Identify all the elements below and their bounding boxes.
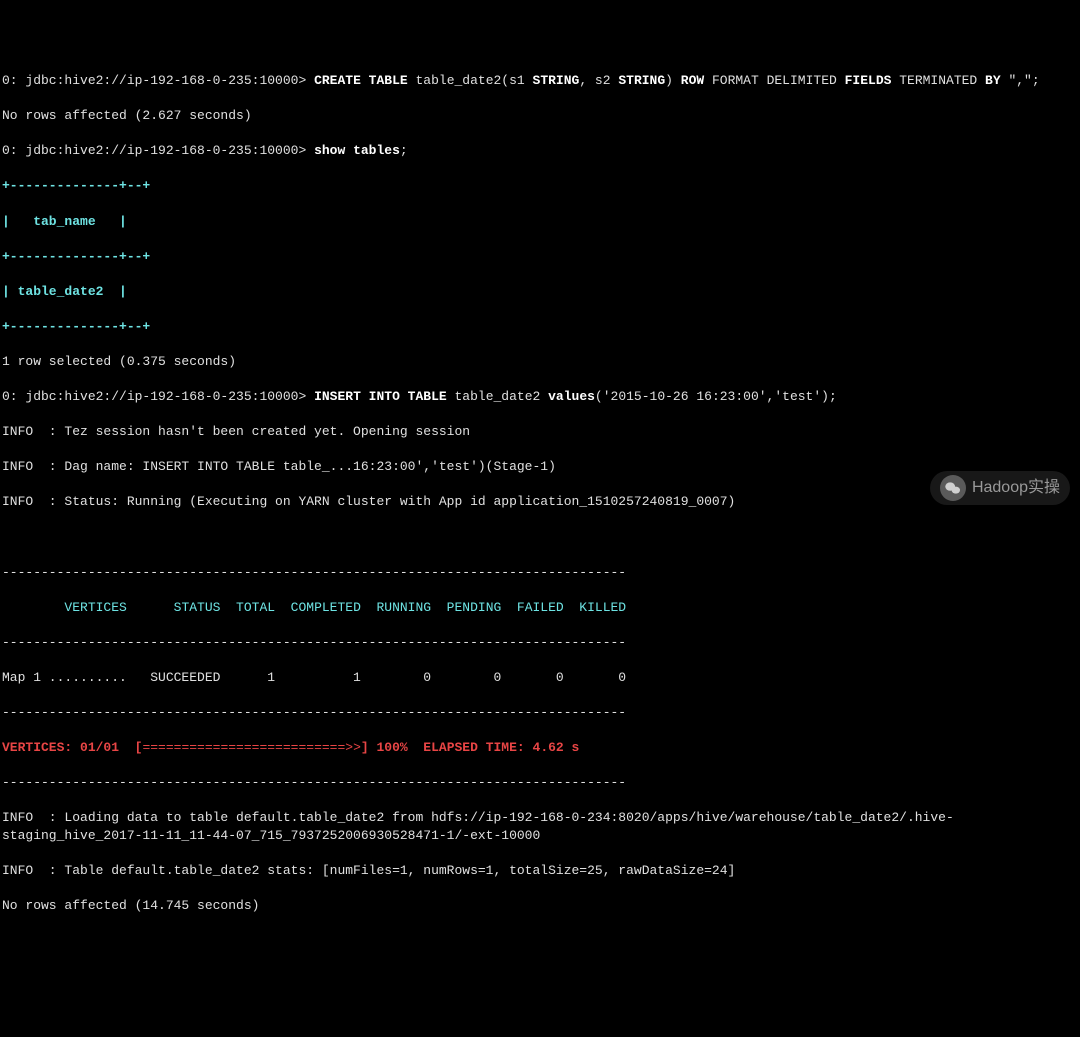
info-1: INFO : Tez session hasn't been created y…: [2, 423, 1078, 441]
prompt-line-2: 0: jdbc:hive2://ip-192-168-0-235:10000> …: [2, 142, 1078, 160]
result-1: No rows affected (2.627 seconds): [2, 107, 1078, 125]
prompt-line-1: 0: jdbc:hive2://ip-192-168-0-235:10000> …: [2, 72, 1078, 90]
table-row: | table_date2 |: [2, 283, 1078, 301]
result-2: 1 row selected (0.375 seconds): [2, 353, 1078, 371]
info-4: INFO : Loading data to table default.tab…: [2, 809, 1078, 844]
table-header: | tab_name |: [2, 213, 1078, 231]
table-border: +--------------+--+: [2, 177, 1078, 195]
prompt-line-3: 0: jdbc:hive2://ip-192-168-0-235:10000> …: [2, 388, 1078, 406]
dash-line: ----------------------------------------…: [2, 564, 1078, 582]
dash-line: ----------------------------------------…: [2, 634, 1078, 652]
result-3: No rows affected (14.745 seconds): [2, 897, 1078, 915]
info-3: INFO : Status: Running (Executing on YAR…: [2, 493, 1078, 511]
dash-line: ----------------------------------------…: [2, 704, 1078, 722]
watermark: Hadoop实操: [930, 471, 1070, 505]
wechat-icon: [940, 475, 966, 501]
stats-header: VERTICES STATUS TOTAL COMPLETED RUNNING …: [2, 599, 1078, 617]
info-5: INFO : Table default.table_date2 stats: …: [2, 862, 1078, 880]
table-border: +--------------+--+: [2, 318, 1078, 336]
stats-row: Map 1 .......... SUCCEEDED 1 1 0 0 0 0: [2, 669, 1078, 687]
dash-line: ----------------------------------------…: [2, 774, 1078, 792]
info-2: INFO : Dag name: INSERT INTO TABLE table…: [2, 458, 1078, 476]
table-border: +--------------+--+: [2, 248, 1078, 266]
watermark-text: Hadoop实操: [972, 477, 1060, 499]
progress-line: VERTICES: 01/01 [=======================…: [2, 739, 1078, 757]
